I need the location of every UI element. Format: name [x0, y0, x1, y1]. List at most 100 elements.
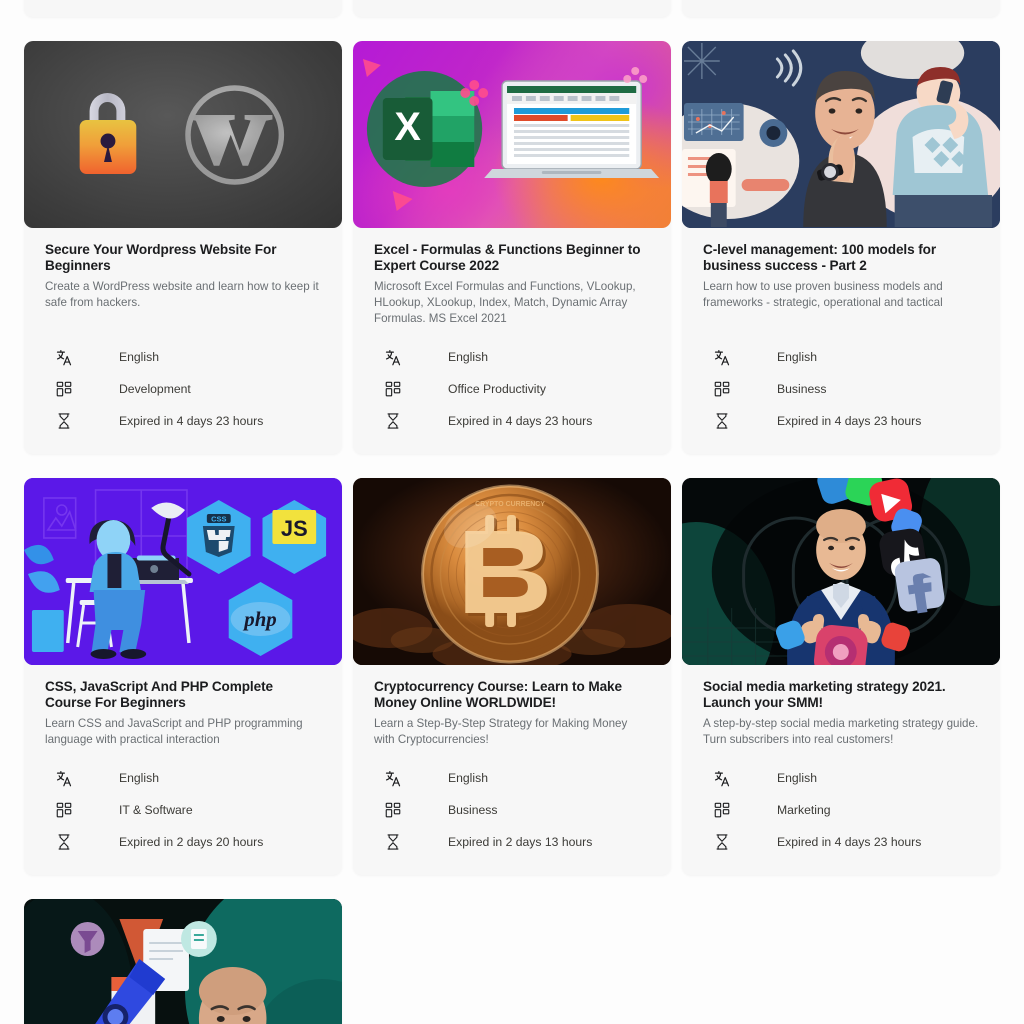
rocket-marketing-artwork: @ X [24, 899, 342, 1024]
meta-row-language: English [45, 762, 321, 794]
course-body: Cryptocurrency Course: Learn to Make Mon… [353, 665, 671, 748]
course-card[interactable]: CSS JS php CSS, JavaScript And PHP Compl… [24, 478, 342, 876]
meta-category-label: Business [777, 382, 827, 397]
course-meta: English Business Expired in 4 days 23 ho… [682, 341, 1000, 454]
course-listing-page: IT & Software Expired in less than hour … [0, 0, 1024, 1024]
course-title[interactable]: Social media marketing strategy 2021. La… [703, 679, 979, 711]
category-grid-icon [382, 799, 404, 821]
meta-language-label: English [448, 771, 488, 786]
category-grid-icon [711, 378, 733, 400]
course-meta: IT & Software Expired in less than hour [24, 0, 342, 17]
course-card[interactable]: C-level management: 100 models for busin… [682, 41, 1000, 455]
category-grid-icon [711, 799, 733, 821]
meta-row-expiry: Expired in 2 days 13 hours [374, 826, 650, 858]
meta-language-label: English [777, 350, 817, 365]
course-thumbnail[interactable] [682, 478, 1000, 666]
course-title[interactable]: Cryptocurrency Course: Learn to Make Mon… [374, 679, 650, 711]
meta-category-label: Office Productivity [448, 382, 546, 397]
course-body: Excel - Formulas & Functions Beginner to… [353, 228, 671, 327]
course-card[interactable]: @ X [24, 899, 342, 1024]
translate-icon [711, 767, 733, 789]
course-card[interactable]: Secure Your Wordpress Website For Beginn… [24, 41, 342, 455]
meta-row-expiry: Expired in 4 days 23 hours [45, 405, 321, 437]
course-card[interactable]: X Excel - Formulas & Functions Beginner … [353, 41, 671, 455]
translate-icon [53, 346, 75, 368]
css-js-php-artwork: CSS JS php [24, 478, 342, 666]
translate-icon [53, 767, 75, 789]
social-media-instructor-artwork [682, 478, 1000, 666]
course-meta: Development Expired in 4 days 23 hours [682, 0, 1000, 17]
meta-row-language: English [45, 341, 321, 373]
meta-row-language: English [374, 762, 650, 794]
course-subtitle: Learn a Step-By-Step Strategy for Making… [374, 717, 628, 747]
meta-row-language: English [703, 762, 979, 794]
course-meta: Development Expired in 4 days 23 hours [353, 0, 671, 17]
course-card[interactable]: IT & Software Expired in less than hour [24, 0, 342, 17]
meta-category-label: Development [119, 382, 191, 397]
course-thumbnail[interactable]: X [353, 41, 671, 228]
meta-row-expiry: Expired in 4 days 23 hours [703, 826, 979, 858]
course-card[interactable]: Development Expired in 4 days 23 hours [682, 0, 1000, 17]
meta-row-expiry: Expired in 2 days 20 hours [45, 826, 321, 858]
meta-expiry-label: Expired in 4 days 23 hours [119, 414, 264, 429]
course-meta: English IT & Software Expired in 2 days … [24, 762, 342, 875]
course-thumbnail[interactable]: @ X [24, 899, 342, 1024]
meta-row-category: IT & Software [45, 794, 321, 826]
meta-row-expiry: Expired in 4 days 23 hours [703, 405, 979, 437]
hourglass-icon [711, 831, 733, 853]
meta-expiry-label: Expired in 4 days 23 hours [777, 414, 922, 429]
course-title[interactable]: Secure Your Wordpress Website For Beginn… [45, 242, 321, 274]
course-title[interactable]: CSS, JavaScript And PHP Complete Course … [45, 679, 321, 711]
meta-category-label: Marketing [777, 803, 831, 818]
meta-row-category: Business [703, 373, 979, 405]
course-card[interactable]: Social media marketing strategy 2021. La… [682, 478, 1000, 876]
meta-language-label: English [777, 771, 817, 786]
course-thumbnail[interactable] [24, 41, 342, 228]
course-subtitle: Learn how to use proven business models … [703, 280, 943, 310]
category-grid-icon [53, 799, 75, 821]
course-subtitle: Create a WordPress website and learn how… [45, 280, 319, 310]
course-subtitle: A step-by-step social media marketing st… [703, 717, 979, 747]
meta-expiry-label: Expired in 2 days 13 hours [448, 835, 593, 850]
course-subtitle: Learn CSS and JavaScript and PHP program… [45, 717, 303, 747]
excel-laptop-artwork: X [353, 41, 671, 228]
course-thumbnail[interactable] [682, 41, 1000, 228]
meta-row-category: Business [374, 794, 650, 826]
meta-row-language: English [703, 341, 979, 373]
meta-row-language: English [374, 341, 650, 373]
translate-icon [382, 346, 404, 368]
course-title[interactable]: C-level management: 100 models for busin… [703, 242, 979, 274]
course-body: CSS, JavaScript And PHP Complete Course … [24, 665, 342, 748]
hourglass-icon [711, 410, 733, 432]
course-body: C-level management: 100 models for busin… [682, 228, 1000, 311]
meta-category-label: IT & Software [119, 803, 193, 818]
course-card[interactable]: CRYPTO CURRENCY Cryptocurrency Course: L… [353, 478, 671, 876]
course-thumbnail[interactable]: CRYPTO CURRENCY [353, 478, 671, 666]
course-meta: English Business Expired in 2 days 13 ho… [353, 762, 671, 875]
meta-language-label: English [119, 771, 159, 786]
course-body: Secure Your Wordpress Website For Beginn… [24, 228, 342, 311]
meta-row-expiry: Expired in 4 days 23 hours [374, 405, 650, 437]
svg-text:X: X [394, 105, 421, 149]
meta-language-label: English [119, 350, 159, 365]
category-grid-icon [382, 378, 404, 400]
meta-expiry-label: Expired in 4 days 23 hours [777, 835, 922, 850]
wordpress-padlock-artwork [24, 41, 342, 228]
meta-expiry-label: Expired in 4 days 23 hours [448, 414, 593, 429]
course-meta: English Marketing Expired in 4 days 23 h… [682, 762, 1000, 875]
meta-category-label: Business [448, 803, 498, 818]
translate-icon [382, 767, 404, 789]
course-thumbnail[interactable]: CSS JS php [24, 478, 342, 666]
bitcoin-coin-artwork: CRYPTO CURRENCY [353, 478, 671, 666]
meta-expiry-label: Expired in 2 days 20 hours [119, 835, 264, 850]
meta-row-category: Office Productivity [374, 373, 650, 405]
course-meta: English Development Expired in 4 days 23… [24, 341, 342, 454]
course-title[interactable]: Excel - Formulas & Functions Beginner to… [374, 242, 650, 274]
course-card[interactable]: Development Expired in 4 days 23 hours [353, 0, 671, 17]
